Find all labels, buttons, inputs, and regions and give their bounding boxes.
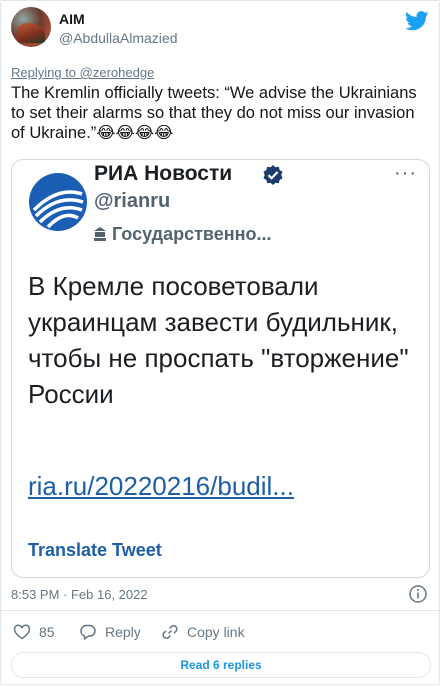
like-count: 85	[39, 624, 55, 640]
more-options-icon[interactable]: ···	[394, 162, 417, 185]
quoted-link[interactable]: ria.ru/20220216/budil...	[28, 468, 294, 504]
author-handle[interactable]: @AbdullaAlmazied	[59, 30, 178, 46]
quoted-tweet[interactable]: РИА Новости ··· @rianru Государственно..…	[11, 159, 430, 578]
tweet-card: AIM @AbdullaAlmazied Replying to @zerohe…	[0, 0, 440, 685]
twitter-bird-icon[interactable]	[405, 11, 429, 31]
read-replies-button[interactable]: Read 6 replies	[11, 652, 431, 678]
quoted-author-name[interactable]: РИА Новости	[94, 162, 232, 186]
author-name[interactable]: AIM	[59, 11, 85, 27]
tweet-header: AIM @AbdullaAlmazied	[11, 7, 429, 51]
copy-link-label: Copy link	[187, 624, 245, 640]
copy-link-button[interactable]: Copy link	[161, 623, 245, 641]
government-label-text: Государственно...	[112, 224, 272, 244]
government-label: Государственно...	[94, 224, 271, 245]
translate-tweet-link[interactable]: Translate Tweet	[28, 540, 162, 561]
info-icon[interactable]	[409, 585, 427, 603]
reply-context-prefix[interactable]: Replying to	[11, 65, 80, 80]
reply-context: Replying to @zerohedge	[11, 65, 154, 80]
government-building-icon	[94, 227, 106, 241]
ria-novosti-logo-icon	[29, 173, 87, 231]
reply-label: Reply	[105, 624, 141, 640]
heart-icon	[13, 624, 31, 640]
tweet-timestamp[interactable]: 8:53 PM · Feb 16, 2022	[11, 587, 148, 602]
link-icon	[162, 624, 178, 640]
quoted-tweet-text: В Кремле посоветовали украинцам завести …	[28, 271, 409, 409]
reply-button[interactable]: Reply	[79, 623, 141, 641]
reply-target-link[interactable]: @zerohedge	[80, 65, 155, 80]
tweet-text: The Kremlin officially tweets: “We advis…	[11, 84, 417, 142]
quoted-author-handle[interactable]: @rianru	[94, 190, 170, 213]
avatar[interactable]	[11, 7, 51, 47]
like-button[interactable]: 85	[13, 623, 55, 641]
reply-bubble-icon	[80, 624, 96, 640]
divider	[1, 610, 439, 611]
verified-badge-icon	[263, 165, 283, 185]
